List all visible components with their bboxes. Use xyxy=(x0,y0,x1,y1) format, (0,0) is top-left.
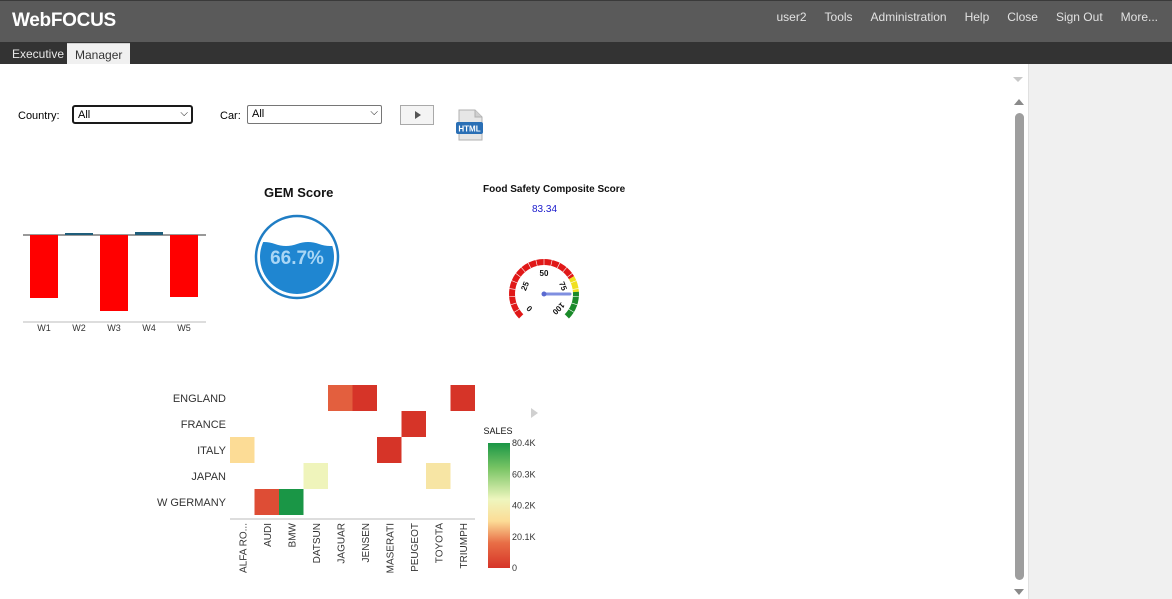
nav-item-close[interactable]: Close xyxy=(1007,10,1038,24)
bar-w4[interactable] xyxy=(135,232,163,235)
heatmap-cell[interactable] xyxy=(279,489,304,515)
heatmap-col-label: JAGUAR xyxy=(336,523,347,564)
weekly-bar-chart: W1 W2 W3 W4 W5 xyxy=(23,232,206,333)
html-export-icon[interactable]: HTML xyxy=(455,108,485,142)
heatmap-col-label: DATSUN xyxy=(312,523,323,563)
gem-score-title: GEM Score xyxy=(264,185,334,200)
heatmap-col-label: AUDI xyxy=(263,523,274,547)
bar-tick-label: W1 xyxy=(37,323,51,333)
heatmap-row-label: W GERMANY xyxy=(157,497,227,509)
heatmap-cell[interactable] xyxy=(377,437,402,463)
nav-item-help[interactable]: Help xyxy=(965,10,990,24)
country-select[interactable]: All ⌵ xyxy=(72,105,193,124)
html-icon-label: HTML xyxy=(458,125,480,134)
heatmap-cell[interactable] xyxy=(450,385,476,411)
scrollbar-thumb[interactable] xyxy=(1015,113,1024,580)
brand-logo: WebFOCUS xyxy=(12,10,116,31)
right-panel xyxy=(1028,64,1172,599)
heatmap-col-label: TRIUMPH xyxy=(459,523,470,569)
heatmap-col-label: JENSEN xyxy=(361,523,372,562)
bar-w3[interactable] xyxy=(100,235,128,311)
top-nav: user2 Tools Administration Help Close Sign Ou… xyxy=(759,10,1159,24)
legend-title: SALES xyxy=(483,426,512,436)
legend-color-bar xyxy=(488,443,510,568)
gauge-tick-label: 50 xyxy=(540,269,549,278)
legend-expand-icon[interactable] xyxy=(531,408,538,418)
scroll-down-icon[interactable] xyxy=(1014,589,1024,595)
legend-tick-label: 80.4K xyxy=(512,438,536,448)
gauge-band-yellow xyxy=(568,276,579,293)
nav-item-user2[interactable]: user2 xyxy=(777,10,807,24)
tab-manager[interactable]: Manager xyxy=(67,43,131,64)
legend-tick-label: 20.1K xyxy=(512,532,536,542)
chevron-down-icon: ⌵ xyxy=(180,108,188,119)
heatmap-cell[interactable] xyxy=(230,437,255,463)
heatmap-cell[interactable] xyxy=(401,411,427,437)
gauge-band-green xyxy=(564,291,579,319)
gauge-tick-label: 25 xyxy=(519,280,531,292)
gauge-tick-label: 75 xyxy=(557,280,569,292)
heatmap-cell[interactable] xyxy=(254,489,280,515)
gem-value-text: 66.7% xyxy=(270,248,324,269)
nav-item-more[interactable]: More... xyxy=(1121,10,1158,24)
top-header: WebFOCUS user2 Tools Administration Help Clo… xyxy=(0,0,1172,42)
gauge-hub xyxy=(541,291,547,297)
gauge-tick-label: 100 xyxy=(550,301,566,317)
heatmap-col-label: ALFA RO... xyxy=(238,523,249,573)
heatmap-cell[interactable] xyxy=(303,463,329,489)
heatmap-row-label: JAPAN xyxy=(191,471,226,483)
bar-tick-label: W2 xyxy=(72,323,86,333)
tab-executive[interactable]: Executive xyxy=(4,43,72,64)
bar-tick-label: W5 xyxy=(177,323,191,333)
heatmap-cell[interactable] xyxy=(352,385,378,411)
heatmap-row-label: FRANCE xyxy=(181,419,226,431)
bar-tick-label: W4 xyxy=(142,323,156,333)
bar-w5[interactable] xyxy=(170,235,198,297)
tab-bar: Executive Manager xyxy=(0,42,1172,64)
legend-tick-label: 40.2K xyxy=(512,501,536,511)
country-label: Country: xyxy=(18,110,60,122)
heatmap-col-label: BMW xyxy=(287,522,298,547)
bar-tick-label: W3 xyxy=(107,323,121,333)
country-select-value: All xyxy=(78,109,91,121)
food-safety-gauge: 0 25 50 75 100 xyxy=(509,259,579,319)
legend-tick-label: 0 xyxy=(512,563,517,573)
bar-w1[interactable] xyxy=(30,235,58,298)
bar-w2[interactable] xyxy=(65,233,93,235)
heatmap-col-label: MASERATI xyxy=(385,523,396,573)
chevron-down-icon: ⌵ xyxy=(370,107,378,118)
run-button[interactable] xyxy=(400,105,434,125)
heatmap-cell[interactable] xyxy=(426,463,451,489)
car-select[interactable]: All ⌵ xyxy=(247,105,382,124)
car-label: Car: xyxy=(220,110,241,122)
sales-heatmap: ENGLAND FRANCE ITALY JAPAN W GERMANY ALFA RO.… xyxy=(157,385,538,573)
nav-item-tools[interactable]: Tools xyxy=(825,10,853,24)
play-icon xyxy=(415,111,421,119)
scroll-up-icon[interactable] xyxy=(1014,99,1024,105)
collapse-arrow-icon[interactable] xyxy=(1013,77,1023,82)
gauge-value: 83.34 xyxy=(532,204,558,215)
heatmap-row-label: ENGLAND xyxy=(173,393,226,405)
nav-item-administration[interactable]: Administration xyxy=(871,10,947,24)
gauge-tick-label: 0 xyxy=(524,303,534,313)
heatmap-row-label: ITALY xyxy=(197,445,227,457)
heatmap-col-label: PEUGEOT xyxy=(410,523,421,572)
gem-score-widget: 66.7% xyxy=(254,214,340,300)
legend-tick-label: 60.3K xyxy=(512,469,536,479)
car-select-value: All xyxy=(252,108,265,120)
gauge-title: Food Safety Composite Score xyxy=(483,184,626,195)
heatmap-cell[interactable] xyxy=(328,385,353,411)
heatmap-col-label: TOYOTA xyxy=(434,523,445,564)
nav-item-sign-out[interactable]: Sign Out xyxy=(1056,10,1103,24)
